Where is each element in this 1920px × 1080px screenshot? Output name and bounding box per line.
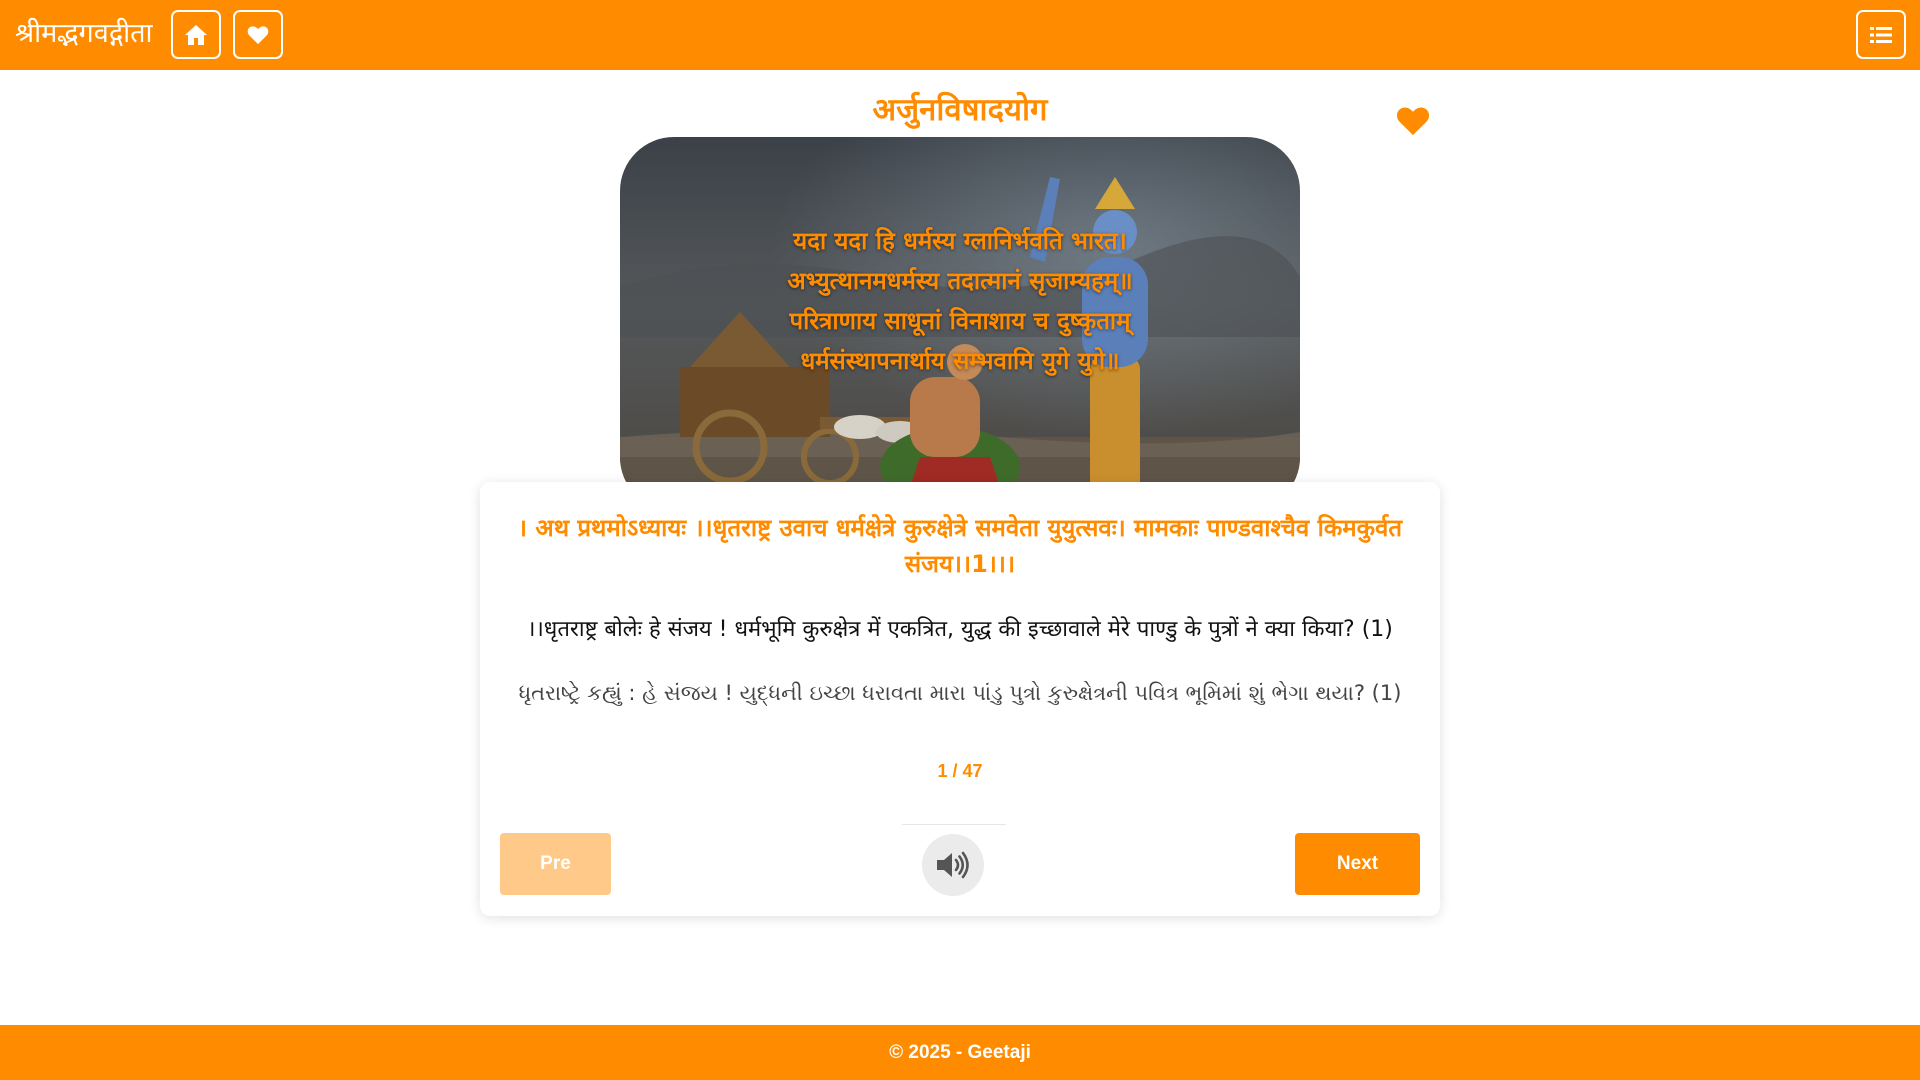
- hero-verse-line: अभ्युत्थानमधर्मस्य तदात्मानं सृजाम्यहम्॥: [787, 267, 1133, 295]
- divider: [902, 824, 1006, 825]
- previous-button[interactable]: Pre: [500, 833, 611, 895]
- hero-image: यदा यदा हि धर्मस्य ग्लानिर्भवति भारत। अभ…: [620, 137, 1300, 511]
- footer-copyright: © 2025 - Geetaji: [889, 1042, 1031, 1063]
- next-button[interactable]: Next: [1295, 833, 1420, 895]
- home-button[interactable]: [171, 10, 221, 59]
- favorites-button[interactable]: [233, 10, 283, 59]
- top-navbar: श्रीमद्भगवद्गीता: [0, 0, 1920, 70]
- audio-button[interactable]: [922, 834, 984, 896]
- shloka-text: । अथ प्रथमोऽध्यायः ।।धृतराष्ट्र उवाच धर्…: [517, 514, 1403, 578]
- verse-card: । अथ प्रथमोऽध्यायः ।।धृतराष्ट्र उवाच धर्…: [480, 482, 1440, 916]
- hero-verse-line: धर्मसंस्थापनार्थाय सम्भवामि युगे युगे॥: [800, 347, 1120, 375]
- home-icon: [185, 24, 207, 45]
- hero-verse-line: परित्राणाय साधूनां विनाशाय च दुष्कृताम्: [789, 307, 1131, 335]
- gujarati-translation: ધૃતરાષ્ટ્રે કહ્યું : હે સંજય ! યુદ્ધની ઇ…: [518, 681, 1402, 705]
- hero-verse-line: यदा यदा हि धर्मस्य ग्लानिर्भवति भारत।: [793, 227, 1127, 255]
- hero-verse: यदा यदा हि धर्मस्य ग्लानिर्भवति भारत। अभ…: [620, 221, 1300, 381]
- volume-icon: [937, 851, 969, 879]
- chapter-title: अर्जुनविषादयोग: [872, 92, 1048, 128]
- heart-icon[interactable]: [1396, 104, 1430, 138]
- verse-counter: 1 / 47: [937, 761, 983, 781]
- list-icon: [1870, 26, 1892, 43]
- heart-icon: [247, 25, 269, 44]
- brand-title[interactable]: श्रीमद्भगवद्गीता: [15, 16, 153, 52]
- footer: © 2025 - Geetaji: [0, 1025, 1920, 1080]
- hindi-translation: ।।धृतराष्ट्र बोलेः हे संजय ! धर्मभूमि कु…: [527, 617, 1393, 642]
- menu-button[interactable]: [1856, 10, 1906, 59]
